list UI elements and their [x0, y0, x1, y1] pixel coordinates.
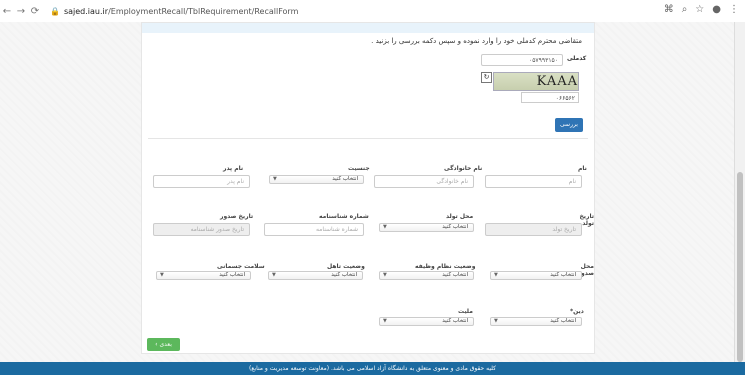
check-button[interactable]: بررسی: [555, 118, 583, 132]
chevron-down-icon: ▼: [273, 176, 277, 182]
url-host: sajed.iau.ir: [63, 6, 109, 16]
birth-place-select-value: انتخاب کنید: [442, 224, 468, 230]
gender-label: جنسیت: [348, 165, 370, 172]
next-button[interactable]: بعدی ›: [147, 338, 180, 351]
birth-place-select[interactable]: ▼ انتخاب کنید: [379, 223, 474, 232]
marital-select[interactable]: ▼ انتخاب کنید: [268, 271, 363, 280]
menu-icon[interactable]: ⋮: [729, 4, 739, 15]
notice-bar: [142, 23, 594, 33]
family-label: نام خانوادگی: [444, 165, 483, 172]
issue-place-select[interactable]: ▼ انتخاب کنید: [490, 271, 582, 280]
captcha-text: KAAA: [536, 74, 578, 89]
military-select[interactable]: ▼ انتخاب کنید: [379, 271, 474, 280]
chevron-down-icon: ▼: [272, 272, 276, 278]
gender-select-value: انتخاب کنید: [332, 176, 358, 182]
religion-select[interactable]: ▼ انتخاب کنید: [490, 317, 582, 326]
marital-select-value: انتخاب کنید: [331, 272, 357, 278]
issue-date-input[interactable]: تاریخ صدور شناسنامه: [153, 223, 250, 236]
health-select-value: انتخاب کنید: [219, 272, 245, 278]
recall-form-panel: متقاضی محترم کدملی خود را وارد نموده و س…: [141, 22, 595, 354]
name-input[interactable]: نام: [485, 175, 582, 188]
footer: کلیه حقوق مادی و معنوی متعلق به دانشگاه …: [0, 362, 745, 375]
religion-select-value: انتخاب کنید: [550, 318, 576, 324]
search-icon[interactable]: ⌕: [682, 4, 688, 15]
captcha-input[interactable]: ۰۶۶۵۶۲: [521, 92, 579, 103]
chevron-down-icon: ▼: [383, 224, 387, 230]
health-label: سلامت جسمانی: [217, 263, 265, 270]
captcha-refresh-icon[interactable]: ↻: [481, 72, 492, 83]
nationality-select-value: انتخاب کنید: [442, 318, 468, 324]
marital-label: وضعیت تاهل: [327, 263, 365, 270]
divider: [148, 138, 588, 139]
forward-icon[interactable]: →: [14, 6, 28, 17]
chevron-down-icon: ▼: [494, 272, 498, 278]
health-select[interactable]: ▼ انتخاب کنید: [156, 271, 251, 280]
id-number-label: شماره شناسنامه: [319, 213, 369, 220]
birth-place-label: محل تولد: [446, 213, 474, 220]
name-label: نام: [578, 165, 587, 172]
father-input[interactable]: نام پدر: [153, 175, 250, 188]
id-number-input[interactable]: شماره شناسنامه: [264, 223, 364, 236]
url-path: /EmploymentRecall/TblRequirement/RecallF…: [108, 6, 299, 16]
back-icon[interactable]: ←: [0, 6, 14, 17]
profile-icon[interactable]: ●: [712, 4, 721, 15]
chevron-down-icon: ▼: [383, 272, 387, 278]
nationality-select[interactable]: ▼ انتخاب کنید: [379, 317, 474, 326]
intro-text: متقاضی محترم کدملی خود را وارد نموده و س…: [371, 37, 582, 45]
chevron-down-icon: ▼: [160, 272, 164, 278]
chevron-down-icon: ▼: [494, 318, 498, 324]
scrollbar-thumb[interactable]: [737, 172, 743, 362]
national-code-label: کدملی: [567, 55, 587, 62]
bookmark-star-icon[interactable]: ☆: [695, 4, 704, 15]
captcha-image: KAAA: [493, 72, 579, 91]
issue-place-select-value: انتخاب کنید: [550, 272, 576, 278]
national-code-input[interactable]: ۰۵۷۹۹۳۱۵۰: [481, 54, 563, 66]
military-select-value: انتخاب کنید: [442, 272, 468, 278]
gender-select[interactable]: ▼ انتخاب کنید: [269, 175, 364, 184]
scrollbar[interactable]: [734, 22, 745, 362]
family-input[interactable]: نام خانوادگی: [374, 175, 474, 188]
father-label: نام پدر: [223, 165, 244, 172]
nationality-label: ملیت: [458, 308, 473, 315]
birth-date-input[interactable]: تاریخ تولد: [485, 223, 582, 236]
issue-date-label: تاریخ صدور: [220, 213, 254, 220]
religion-label: دین*: [570, 308, 584, 315]
chevron-down-icon: ▼: [383, 318, 387, 324]
browser-toolbar: ← → ⟳ 🔒 sajed.iau.ir /EmploymentRecall/T…: [0, 0, 745, 23]
address-bar[interactable]: 🔒 sajed.iau.ir /EmploymentRecall/TblRequ…: [50, 7, 298, 16]
reload-icon[interactable]: ⟳: [28, 6, 42, 17]
translate-icon[interactable]: ⌘: [664, 4, 674, 15]
military-label: وضعیت نظام وظیفه: [415, 263, 476, 270]
lock-icon: 🔒: [50, 6, 60, 16]
